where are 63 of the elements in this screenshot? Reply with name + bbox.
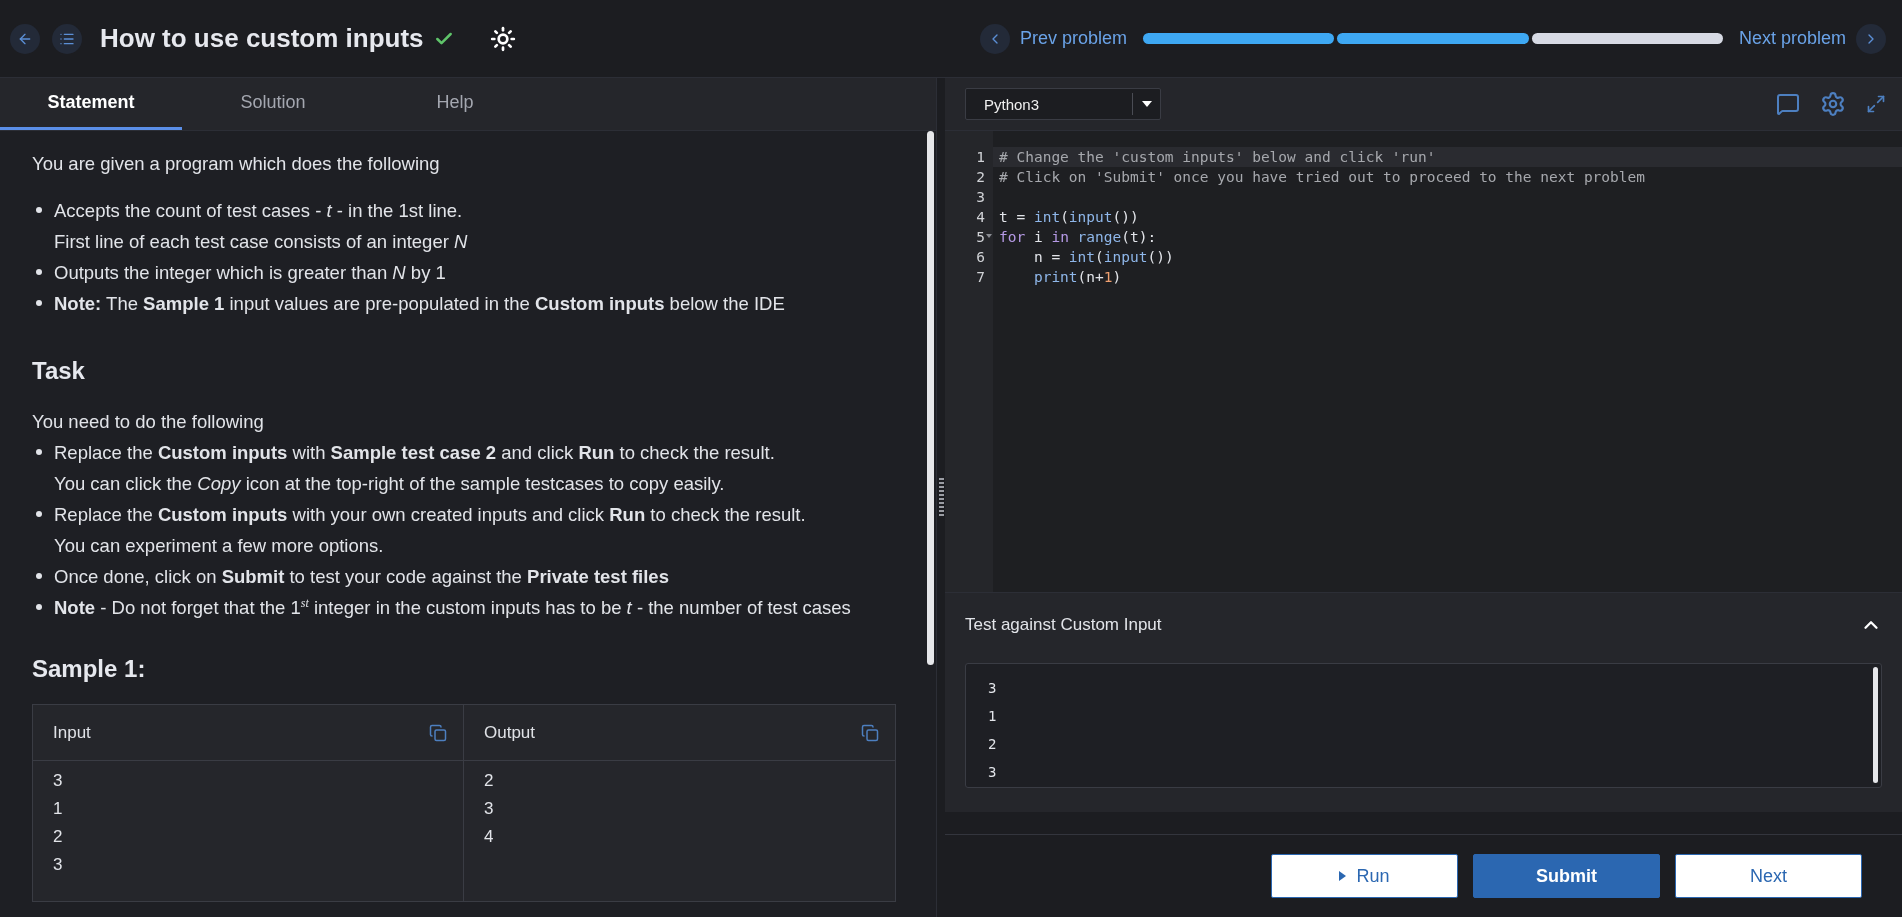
- bullet-text: Replace the Custom inputs with Sample test case 2 and click Run to check the result.: [54, 441, 775, 465]
- task-intro: You need to do the following: [32, 410, 265, 434]
- caret-icon: [1141, 101, 1152, 107]
- tab[interactable]: Solution: [182, 78, 364, 130]
- language-dropdown[interactable]: Python3: [965, 88, 1161, 120]
- column-header: Output: [484, 722, 536, 744]
- line-number: 1: [976, 148, 985, 167]
- code-line: print(n+1): [1032, 268, 1123, 287]
- bullet-text: Accepts the count of test cases - t - in the 1st line.: [54, 199, 464, 223]
- custom-input-field[interactable]: 3 1 2 3: [965, 663, 1882, 788]
- bullet-icon: [36, 604, 42, 610]
- bullet-icon: [36, 573, 42, 579]
- bullet-text: You can click the Copy icon at the top-right of the sample testcases to copy easily.: [54, 472, 726, 496]
- bullet-icon: [36, 207, 42, 213]
- settings-icon[interactable]: [1820, 91, 1846, 117]
- line-number: 7: [976, 268, 985, 287]
- back-button[interactable]: [10, 23, 40, 54]
- bullet-text: Replace the Custom inputs with your own created inputs and click Run to check the result.: [54, 503, 806, 527]
- column-header: Input: [53, 722, 91, 744]
- bullet-text: Outputs the integer which is greater than N by 1: [54, 261, 446, 285]
- sample-heading: Sample 1:: [32, 654, 147, 684]
- run-button[interactable]: Run: [1271, 854, 1458, 898]
- next-button[interactable]: Next: [1675, 854, 1862, 898]
- bullet-icon: [36, 300, 42, 306]
- bullet-text: Note: The Sample 1 input values are pre-populated in the Custom inputs below the IDE: [54, 292, 785, 316]
- code-line: for i in range(t):: [998, 228, 1158, 247]
- list-button[interactable]: [52, 23, 82, 54]
- bullet-icon: [36, 511, 42, 517]
- table-cell: 3 1 2 3: [33, 761, 464, 901]
- chat-icon[interactable]: [1776, 92, 1800, 116]
- line-number: 3: [976, 188, 985, 207]
- prev-problem-link[interactable]: Prev problem: [1011, 28, 1135, 49]
- intro-text: You are given a program which does the following: [32, 152, 441, 176]
- expand-icon[interactable]: [1866, 94, 1886, 114]
- bullet-text: Note - Do not forget that the 1$^{st}$ integer in the custom inputs has to be t - the number of test cases: [54, 594, 851, 620]
- bullet-text: Once done, click on Submit to test your code against the Private test files: [54, 565, 669, 589]
- panel-title: Test against Custom Input: [965, 615, 1162, 635]
- code-line: t = int(input()): [998, 208, 1140, 227]
- next-arrow-button[interactable]: [1856, 23, 1886, 54]
- scrollbar[interactable]: [927, 131, 934, 665]
- line-number: 6: [976, 248, 985, 267]
- line-number: 4: [976, 208, 985, 227]
- line-number: 2: [976, 168, 985, 187]
- copy-icon[interactable]: [429, 723, 447, 742]
- tab[interactable]: Help: [364, 78, 546, 130]
- fold-icon[interactable]: [986, 234, 992, 238]
- scrollbar[interactable]: [1873, 667, 1878, 783]
- table-cell-text: 2 3 4: [483, 770, 495, 848]
- bullet-text: You can experiment a few more options.: [54, 534, 385, 558]
- bullet-icon: [36, 269, 42, 275]
- bullet-text: First line of each test case consists of an integer N: [54, 230, 468, 254]
- copy-icon[interactable]: [861, 723, 879, 742]
- code-line: # Click on 'Submit' once you have tried out to proceed to the next problem: [998, 168, 1646, 187]
- play-icon: [1339, 871, 1347, 881]
- next-problem-link[interactable]: Next problem: [1730, 28, 1854, 49]
- problem-title: How to use custom inputs: [100, 23, 424, 54]
- prev-arrow-button[interactable]: [979, 23, 1010, 54]
- task-heading: Task: [32, 356, 86, 386]
- bullet-icon: [36, 449, 42, 455]
- line-number: 5: [976, 228, 985, 247]
- submit-button[interactable]: Submit: [1473, 854, 1660, 898]
- code-line: n = int(input()): [1032, 248, 1175, 267]
- sun-icon[interactable]: [489, 25, 516, 52]
